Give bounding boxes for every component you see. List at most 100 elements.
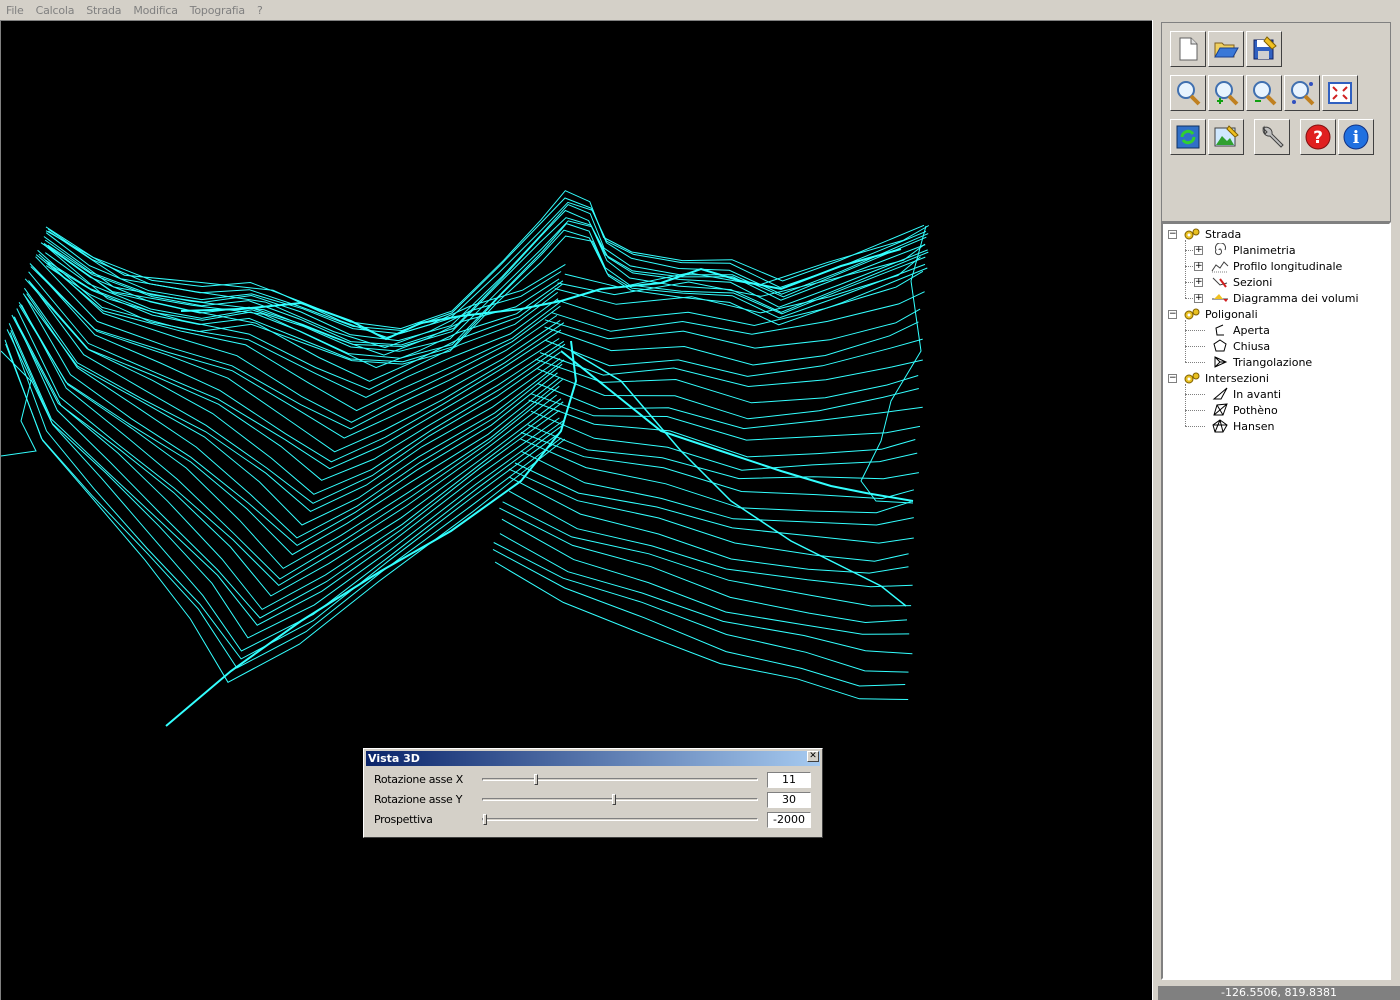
expand-toggle[interactable]: +: [1194, 294, 1203, 303]
collapse-toggle[interactable]: −: [1168, 309, 1177, 319]
svg-text:?: ?: [1313, 128, 1323, 148]
tree-group-intersezioni[interactable]: − Intersezioni: [1168, 370, 1269, 386]
tree-item-aperta[interactable]: Aperta: [1185, 322, 1270, 338]
closed-polygon-icon: [1211, 338, 1229, 354]
contour-line: [494, 561, 909, 700]
tree-label: Pothèno: [1233, 403, 1278, 417]
tree-item-chiusa[interactable]: Chiusa: [1185, 338, 1270, 354]
slider-thumb[interactable]: [612, 794, 616, 805]
slider-track[interactable]: [482, 814, 758, 825]
contour-line: [499, 507, 908, 624]
tree-label: Profilo longitudinale: [1233, 259, 1343, 273]
dialog-close-button[interactable]: ✕: [807, 751, 819, 762]
zoom-extents-button[interactable]: [1322, 75, 1358, 111]
slider-value-field[interactable]: 30: [767, 792, 811, 808]
volume-diagram-icon: [1211, 290, 1229, 306]
help-icon: ?: [1305, 124, 1331, 150]
expand-toggle[interactable]: +: [1194, 278, 1203, 287]
zoom-window-button[interactable]: [1170, 75, 1206, 111]
dialog-row: Rotazione asse Y 30: [374, 791, 814, 809]
dialog-title[interactable]: Vista 3D: [366, 751, 820, 766]
contour-line: [528, 399, 916, 458]
expand-toggle[interactable]: +: [1194, 262, 1203, 271]
menu-topografia[interactable]: Topografia: [184, 4, 251, 17]
contour-line: [37, 249, 559, 399]
slider-thumb[interactable]: [534, 774, 538, 785]
menu-file[interactable]: File: [0, 4, 30, 17]
new-document-button[interactable]: [1170, 31, 1206, 67]
save-button[interactable]: [1246, 31, 1282, 67]
expand-toggle[interactable]: +: [1194, 246, 1203, 255]
pothenot-icon: [1211, 402, 1229, 418]
collapse-toggle[interactable]: −: [1168, 373, 1177, 383]
help-button[interactable]: ?: [1300, 119, 1336, 155]
tree-connector: [1185, 298, 1193, 299]
slider-thumb[interactable]: [483, 814, 487, 825]
3d-viewport[interactable]: [0, 20, 1152, 1000]
tree-item-triangolazione[interactable]: Triangolazione: [1185, 354, 1312, 370]
contour-line: [537, 368, 919, 420]
tree-item-sezioni[interactable]: + Sezioni: [1185, 274, 1273, 290]
slider-value-field[interactable]: 11: [767, 772, 811, 788]
tree-label: Sezioni: [1233, 275, 1273, 289]
contour-line: [545, 338, 923, 377]
regenerate-icon: [1176, 125, 1200, 149]
tree-item-in-avanti[interactable]: In avanti: [1185, 386, 1281, 402]
tree-label: Intersezioni: [1205, 371, 1269, 385]
contour-line: [520, 431, 915, 500]
tree-connector: [1185, 346, 1205, 347]
tree-connector: [1185, 240, 1186, 298]
tree-item-hansen[interactable]: Hansen: [1185, 418, 1275, 434]
contour-line: [492, 548, 906, 687]
terrain-wireframe: [1, 190, 930, 727]
contour-line: [537, 382, 923, 430]
tree-item-profilo-longitudinale[interactable]: + Profilo longitudinale: [1185, 258, 1343, 274]
tree-label: Strada: [1205, 227, 1242, 241]
contour-line: [45, 220, 929, 352]
zoom-in-button[interactable]: [1208, 75, 1244, 111]
hansen-icon: [1211, 418, 1229, 434]
menu-modifica[interactable]: Modifica: [127, 4, 183, 17]
tree-item-pothèno[interactable]: Pothèno: [1185, 402, 1278, 418]
tree-label: Diagramma dei volumi: [1233, 291, 1359, 305]
contour-line: [514, 462, 914, 544]
slider-value-field[interactable]: -2000: [767, 812, 811, 828]
zoom-out-icon: [1253, 81, 1277, 106]
contour-line: [499, 533, 913, 655]
triangulation-icon: [1211, 354, 1229, 370]
tree-item-diagramma-dei-volumi[interactable]: + Diagramma dei volumi: [1185, 290, 1359, 306]
zoom-out-button[interactable]: [1246, 75, 1282, 111]
project-tree[interactable]: − Strada + Planimetria + Profilo longitudinal…: [1161, 222, 1391, 980]
contour-line: [47, 197, 927, 332]
tree-group-strada[interactable]: − Strada: [1168, 226, 1241, 242]
toolbar: ? i: [1161, 22, 1391, 222]
settings-button[interactable]: [1254, 119, 1290, 155]
tree-connector: [1185, 282, 1193, 283]
save-icon: [1253, 36, 1277, 60]
tree-connector: [1185, 410, 1205, 411]
contour-line: [11, 314, 562, 597]
contour-line: [501, 518, 910, 635]
open-button[interactable]: [1208, 31, 1244, 67]
menu-help[interactable]: ?: [251, 4, 269, 17]
regenerate-button[interactable]: [1170, 119, 1206, 155]
zoom-dynamic-button[interactable]: [1284, 75, 1320, 111]
vista-3d-dialog: Vista 3D ✕ Rotazione asse X 11 Rotazione a…: [363, 748, 823, 838]
tree-group-poligonali[interactable]: − Poligonali: [1168, 306, 1258, 322]
menu-strada[interactable]: Strada: [80, 4, 127, 17]
tree-item-planimetria[interactable]: + Planimetria: [1185, 242, 1296, 258]
open-folder-icon: [1214, 42, 1239, 58]
profile-icon: [1211, 258, 1229, 274]
tree-connector: [1185, 250, 1193, 251]
collapse-toggle[interactable]: −: [1168, 229, 1177, 239]
info-button[interactable]: i: [1338, 119, 1374, 155]
tree-label: Aperta: [1233, 323, 1270, 337]
contour-line: [20, 304, 560, 580]
contour-line: [530, 410, 918, 471]
spiral-icon: [1211, 242, 1229, 258]
slider-track[interactable]: [482, 794, 758, 805]
render-image-button[interactable]: [1208, 119, 1244, 155]
tree-label: Hansen: [1233, 419, 1275, 433]
menu-calcola[interactable]: Calcola: [30, 4, 81, 17]
slider-track[interactable]: [482, 774, 758, 785]
